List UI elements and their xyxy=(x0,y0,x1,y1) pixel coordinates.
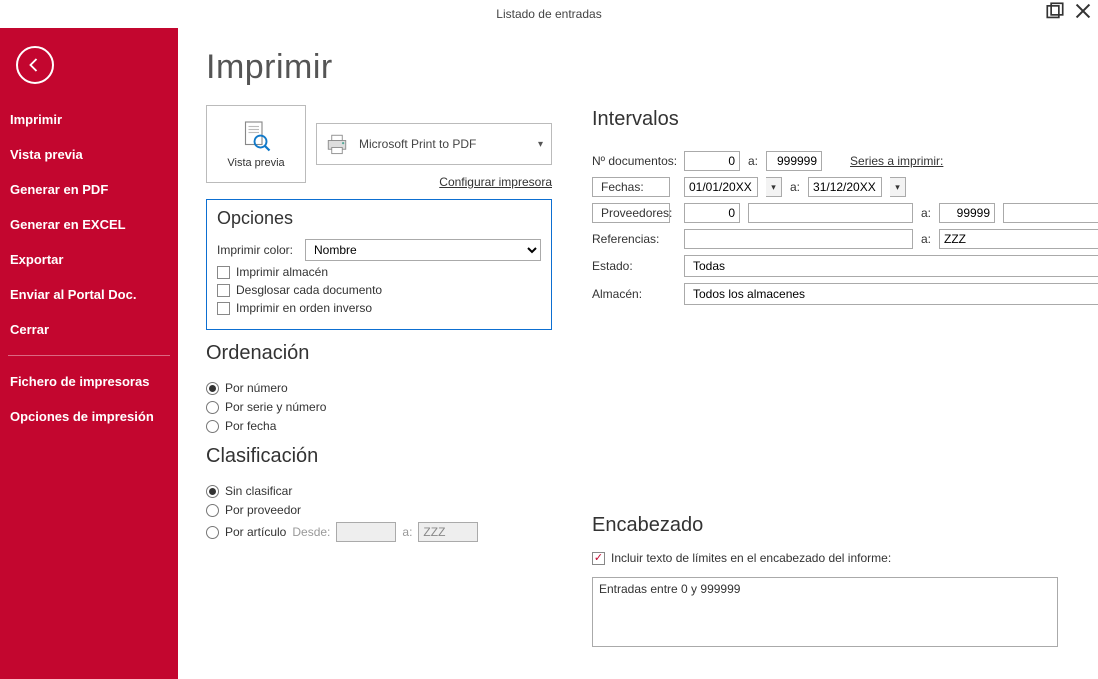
radio-por-proveedor-label: Por proveedor xyxy=(225,503,301,517)
radio-por-numero-label: Por número xyxy=(225,381,288,395)
clasificacion-section: Clasificación Sin clasificar Por proveed… xyxy=(206,445,552,542)
almacen-select[interactable]: Todos los almacenes xyxy=(684,283,1098,305)
estado-select[interactable]: Todas xyxy=(684,255,1098,277)
desde-label: Desde: xyxy=(292,525,330,539)
radio-icon[interactable] xyxy=(206,526,219,539)
sidebar-divider xyxy=(8,355,170,356)
prov-from-input[interactable] xyxy=(684,203,740,223)
radio-icon[interactable] xyxy=(206,504,219,517)
a-label: a: xyxy=(402,525,412,539)
radio-por-articulo-label: Por artículo xyxy=(225,525,286,539)
clasificacion-title: Clasificación xyxy=(206,445,552,468)
printer-name: Microsoft Print to PDF xyxy=(359,137,545,151)
printer-icon xyxy=(323,130,351,158)
radio-por-numero-row[interactable]: Por número xyxy=(206,381,552,395)
sidebar-item-exportar[interactable]: Exportar xyxy=(0,242,178,277)
sidebar: Imprimir Vista previa Generar en PDF Gen… xyxy=(0,28,178,679)
chevron-down-icon[interactable]: ▾ xyxy=(890,177,906,197)
radio-por-fecha-label: Por fecha xyxy=(225,419,276,433)
ndoc-a-label: a: xyxy=(748,154,758,168)
opciones-title: Opciones xyxy=(217,208,541,229)
intervalos-title: Intervalos xyxy=(592,108,1058,131)
radio-icon[interactable] xyxy=(206,401,219,414)
vista-previa-label: Vista previa xyxy=(227,157,284,169)
checkbox-icon[interactable] xyxy=(217,266,230,279)
sidebar-item-cerrar[interactable]: Cerrar xyxy=(0,312,178,347)
prov-from-name-input[interactable] xyxy=(748,203,913,223)
window-close-icon[interactable] xyxy=(1074,2,1092,20)
ref-a-label: a: xyxy=(921,232,931,246)
proveedores-button[interactable]: Proveedores: xyxy=(592,203,670,223)
sidebar-item-generar-excel[interactable]: Generar en EXCEL xyxy=(0,207,178,242)
fechas-button[interactable]: Fechas: xyxy=(592,177,670,197)
ref-from-input[interactable] xyxy=(684,229,913,249)
radio-por-serie-row[interactable]: Por serie y número xyxy=(206,400,552,414)
fecha-a-label: a: xyxy=(790,180,800,194)
config-printer-link[interactable]: Configurar impresora xyxy=(316,175,552,189)
chk-desglosar-label: Desglosar cada documento xyxy=(236,283,382,297)
chk-incluir-texto-row[interactable]: Incluir texto de límites en el encabezad… xyxy=(592,551,1058,565)
desde-input xyxy=(336,522,396,542)
fecha-from-input[interactable] xyxy=(684,177,758,197)
document-preview-icon xyxy=(238,119,274,155)
sidebar-item-enviar-portal[interactable]: Enviar al Portal Doc. xyxy=(0,277,178,312)
radio-icon[interactable] xyxy=(206,485,219,498)
checkbox-icon[interactable] xyxy=(592,552,605,565)
prov-a-label: a: xyxy=(921,206,931,220)
ordenacion-title: Ordenación xyxy=(206,342,552,365)
chk-inverso-row[interactable]: Imprimir en orden inverso xyxy=(217,301,541,315)
radio-por-proveedor-row[interactable]: Por proveedor xyxy=(206,503,552,517)
radio-sin-clasificar-row[interactable]: Sin clasificar xyxy=(206,484,552,498)
encabezado-title: Encabezado xyxy=(592,514,1058,537)
printer-select[interactable]: Microsoft Print to PDF ▾ xyxy=(316,123,552,165)
ordenacion-section: Ordenación Por número Por serie y número… xyxy=(206,342,552,433)
chk-inverso-label: Imprimir en orden inverso xyxy=(236,301,372,315)
sidebar-item-imprimir[interactable]: Imprimir xyxy=(0,102,178,137)
estado-label: Estado: xyxy=(592,259,684,273)
radio-por-articulo-row[interactable]: Por artículo Desde: a: xyxy=(206,522,552,542)
chevron-down-icon[interactable]: ▾ xyxy=(766,177,782,197)
title-bar: Listado de entradas xyxy=(0,0,1098,28)
ref-to-input[interactable] xyxy=(939,229,1098,249)
radio-por-serie-label: Por serie y número xyxy=(225,400,326,414)
prov-to-input[interactable] xyxy=(939,203,995,223)
ref-label: Referencias: xyxy=(592,232,684,246)
imprimir-color-label: Imprimir color: xyxy=(217,243,299,257)
almacen-label: Almacén: xyxy=(592,287,684,301)
fecha-to-input[interactable] xyxy=(808,177,882,197)
window-title: Listado de entradas xyxy=(496,7,601,21)
series-link[interactable]: Series a imprimir: xyxy=(850,154,943,168)
window-restore-icon[interactable] xyxy=(1046,2,1064,20)
sidebar-item-opciones-impresion[interactable]: Opciones de impresión xyxy=(0,399,178,434)
radio-icon[interactable] xyxy=(206,382,219,395)
radio-por-fecha-row[interactable]: Por fecha xyxy=(206,419,552,433)
chk-imprimir-almacen-row[interactable]: Imprimir almacén xyxy=(217,265,541,279)
chk-incluir-texto-label: Incluir texto de límites en el encabezad… xyxy=(611,551,891,565)
ndoc-from-input[interactable] xyxy=(684,151,740,171)
imprimir-color-select[interactable]: Nombre xyxy=(305,239,541,261)
checkbox-icon[interactable] xyxy=(217,284,230,297)
checkbox-icon[interactable] xyxy=(217,302,230,315)
sidebar-item-generar-pdf[interactable]: Generar en PDF xyxy=(0,172,178,207)
prov-to-name-input[interactable] xyxy=(1003,203,1098,223)
opciones-section: Opciones Imprimir color: Nombre Imprimir… xyxy=(206,199,552,330)
ndoc-label: Nº documentos: xyxy=(592,154,684,168)
chk-imprimir-almacen-label: Imprimir almacén xyxy=(236,265,328,279)
ndoc-to-input[interactable] xyxy=(766,151,822,171)
chk-desglosar-row[interactable]: Desglosar cada documento xyxy=(217,283,541,297)
sidebar-item-vista-previa[interactable]: Vista previa xyxy=(0,137,178,172)
radio-sin-clasificar-label: Sin clasificar xyxy=(225,484,292,498)
vista-previa-button[interactable]: Vista previa xyxy=(206,105,306,183)
sidebar-item-fichero-impresoras[interactable]: Fichero de impresoras xyxy=(0,364,178,399)
chevron-down-icon: ▾ xyxy=(538,139,543,150)
page-title: Imprimir xyxy=(206,48,552,87)
back-button[interactable] xyxy=(16,46,54,84)
radio-icon[interactable] xyxy=(206,420,219,433)
hasta-input xyxy=(418,522,478,542)
encabezado-textarea[interactable]: Entradas entre 0 y 999999 xyxy=(592,577,1058,647)
